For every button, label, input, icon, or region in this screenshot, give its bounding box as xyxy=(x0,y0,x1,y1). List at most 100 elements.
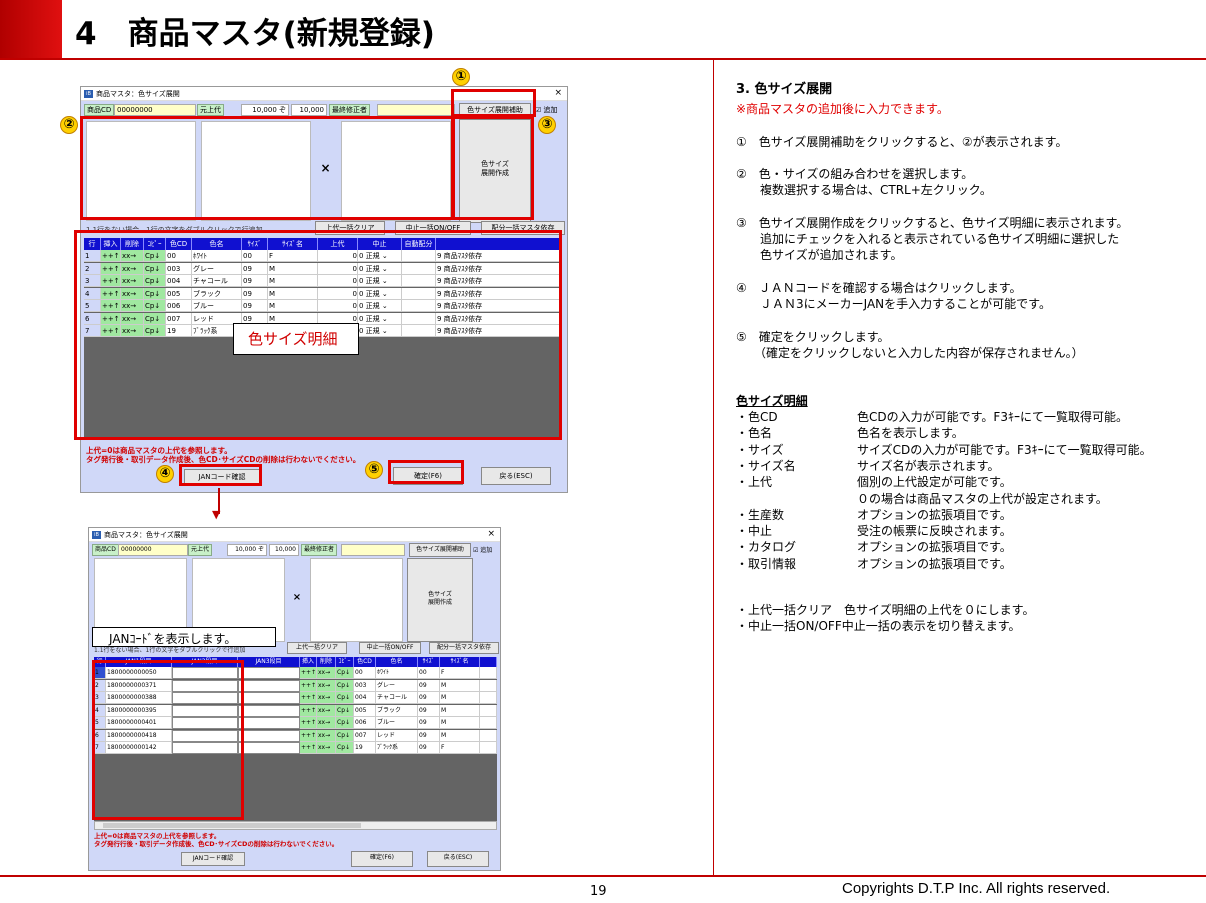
extra-line-1: ・上代一括クリア 色サイズ明細の上代を０にします。 xyxy=(736,603,1035,617)
row-cell-name: チャコール xyxy=(376,692,418,704)
row-del-button[interactable]: xx→ xyxy=(317,742,336,754)
row-cell-blank xyxy=(480,692,497,704)
price-clear-all-button[interactable]: 上代一括クリア xyxy=(287,642,347,654)
stop-toggle-all-button[interactable]: 中止一括ON/OFF xyxy=(359,642,421,654)
row-cell-sname: M xyxy=(440,679,480,692)
row-del-button[interactable]: xx→ xyxy=(317,717,336,729)
detail-key: ・色名 xyxy=(736,426,773,441)
detail-key: ・生産数 xyxy=(736,507,785,522)
detail-key: ・色CD xyxy=(736,410,778,424)
add-checkbox[interactable]: ☑ 追加 xyxy=(473,545,492,554)
highlight-jan-button xyxy=(179,464,262,486)
jan-input-cell[interactable] xyxy=(238,717,300,729)
row-cell-sname: F xyxy=(440,667,480,679)
jan-input-cell[interactable] xyxy=(238,742,300,754)
row-cell-size: 09 xyxy=(418,742,440,754)
marker-3: ③ xyxy=(538,116,556,134)
jan-input-cell[interactable] xyxy=(238,692,300,704)
price-label: 元上代 xyxy=(197,104,224,116)
detail-key: ・サイズ xyxy=(736,442,784,457)
back-button[interactable]: 戻る(ESC) xyxy=(427,851,489,867)
product-code-label: 商品CD xyxy=(92,544,119,556)
row-del-button[interactable]: xx→ xyxy=(317,667,336,679)
row-cp-button[interactable]: Cp↓ xyxy=(336,729,354,742)
row-cell-name: ブルー xyxy=(376,717,418,729)
row-ins-button[interactable]: ++↑ xyxy=(300,729,317,742)
warning-line-1: 上代=0は商品マスタの上代を参照します。 xyxy=(94,832,221,840)
jan-input-cell[interactable] xyxy=(238,729,300,742)
row-del-button[interactable]: xx→ xyxy=(317,679,336,692)
detail-value: サイズ名が表示されます。 xyxy=(857,458,1000,473)
col-header: 挿入 xyxy=(300,657,317,667)
detail-value: 受注の帳票に反映されます。 xyxy=(857,524,1012,539)
highlight-expand-help xyxy=(451,89,536,117)
header-accent-block xyxy=(0,0,62,58)
scrollbar-thumb[interactable] xyxy=(103,823,361,828)
row-cp-button[interactable]: Cp↓ xyxy=(336,717,354,729)
row-cell-name: グレー xyxy=(376,679,418,692)
close-icon[interactable]: × xyxy=(554,88,562,98)
add-checkbox[interactable]: ☑ 追加 xyxy=(535,105,558,115)
row-ins-button[interactable]: ++↑ xyxy=(300,692,317,704)
step-5-line-1: ⑤ 確定をクリックします。 xyxy=(736,330,890,344)
row-cp-button[interactable]: Cp↓ xyxy=(336,679,354,692)
copyright: Copyrights D.T.P Inc. All rights reserve… xyxy=(842,880,1111,897)
back-button[interactable]: 戻る(ESC) xyxy=(481,467,551,485)
row-ins-button[interactable]: ++↑ xyxy=(300,667,317,679)
row-cp-button[interactable]: Cp↓ xyxy=(336,742,354,754)
confirm-button[interactable]: 確定(F6) xyxy=(351,851,413,867)
detail-value: オプションの拡張項目です。 xyxy=(857,556,1012,571)
row-del-button[interactable]: xx→ xyxy=(317,704,336,717)
row-cp-button[interactable]: Cp↓ xyxy=(336,667,354,679)
row-ins-button[interactable]: ++↑ xyxy=(300,742,317,754)
page-title: 4 商品マスタ(新規登録) xyxy=(75,16,435,52)
jan-input-cell[interactable] xyxy=(238,704,300,717)
col-header: 色CD xyxy=(354,657,376,667)
row-cell-blank xyxy=(480,717,497,729)
jan-input-cell[interactable] xyxy=(238,667,300,679)
color-size-expand-create-button[interactable]: 色サイズ 展開作成 xyxy=(407,558,473,642)
result-list-panel[interactable] xyxy=(310,558,403,642)
jan-code-check-button[interactable]: JANコード確認 xyxy=(181,852,245,866)
last-editor-label: 最終修正者 xyxy=(329,104,370,116)
row-cell-blank xyxy=(480,704,497,717)
jan-callout-label: JANｺｰﾄﾞを表示します。 xyxy=(92,627,276,647)
row-ins-button[interactable]: ++↑ xyxy=(300,704,317,717)
row-cell-size: 09 xyxy=(418,729,440,742)
row-del-button[interactable]: xx→ xyxy=(317,692,336,704)
row-cp-button[interactable]: Cp↓ xyxy=(336,692,354,704)
marker-1: ① xyxy=(452,68,470,86)
app-icon: iB xyxy=(92,531,101,539)
price-field-2[interactable]: 10,000 xyxy=(269,544,299,556)
step-5-line-2: （確定をクリックしないと入力した内容が保存されません。） xyxy=(736,346,1084,360)
color-size-expand-help-button[interactable]: 色サイズ展開補助 xyxy=(409,543,471,557)
col-header: ｻｲｽﾞ xyxy=(418,657,440,667)
price-field-1[interactable]: 10,000 ぞ xyxy=(241,104,289,116)
last-editor-field[interactable] xyxy=(341,544,405,556)
close-icon[interactable]: × xyxy=(487,529,495,539)
row-cell-cd: 19 xyxy=(354,742,376,754)
row-del-button[interactable]: xx→ xyxy=(317,729,336,742)
jan-input-cell[interactable] xyxy=(238,679,300,692)
warning-line-2: タグ発行行後・取引データ作成後、色CD･サイズCDの削除は行わないでください。 xyxy=(94,840,339,848)
distribution-master-button[interactable]: 配分一括マスタ依存 xyxy=(429,642,499,654)
detail-value: オプションの拡張項目です。 xyxy=(857,540,1012,555)
row-cell-size: 00 xyxy=(418,667,440,679)
detail-key: ・カタログ xyxy=(736,540,797,555)
marker-4: ④ xyxy=(156,465,174,483)
price-field-2[interactable]: 10,000 xyxy=(291,104,327,116)
detail-title: 色サイズ明細 xyxy=(736,394,808,408)
horizontal-scrollbar[interactable] xyxy=(94,821,497,830)
last-editor-field[interactable] xyxy=(377,104,455,116)
row-ins-button[interactable]: ++↑ xyxy=(300,717,317,729)
col-header-filler xyxy=(480,657,497,667)
row-ins-button[interactable]: ++↑ xyxy=(300,679,317,692)
footer-divider xyxy=(0,875,1206,877)
product-code-field[interactable]: 00000000 xyxy=(118,544,188,556)
row-cp-button[interactable]: Cp↓ xyxy=(336,704,354,717)
step-2-line-2: 複数選択する場合は、CTRL+左クリック。 xyxy=(736,183,992,197)
price-field-1[interactable]: 10,000 ぞ xyxy=(227,544,267,556)
arrow-down-icon: ▼ xyxy=(212,508,221,521)
product-code-field[interactable]: 00000000 xyxy=(114,104,196,116)
highlight-confirm-button xyxy=(388,460,464,484)
